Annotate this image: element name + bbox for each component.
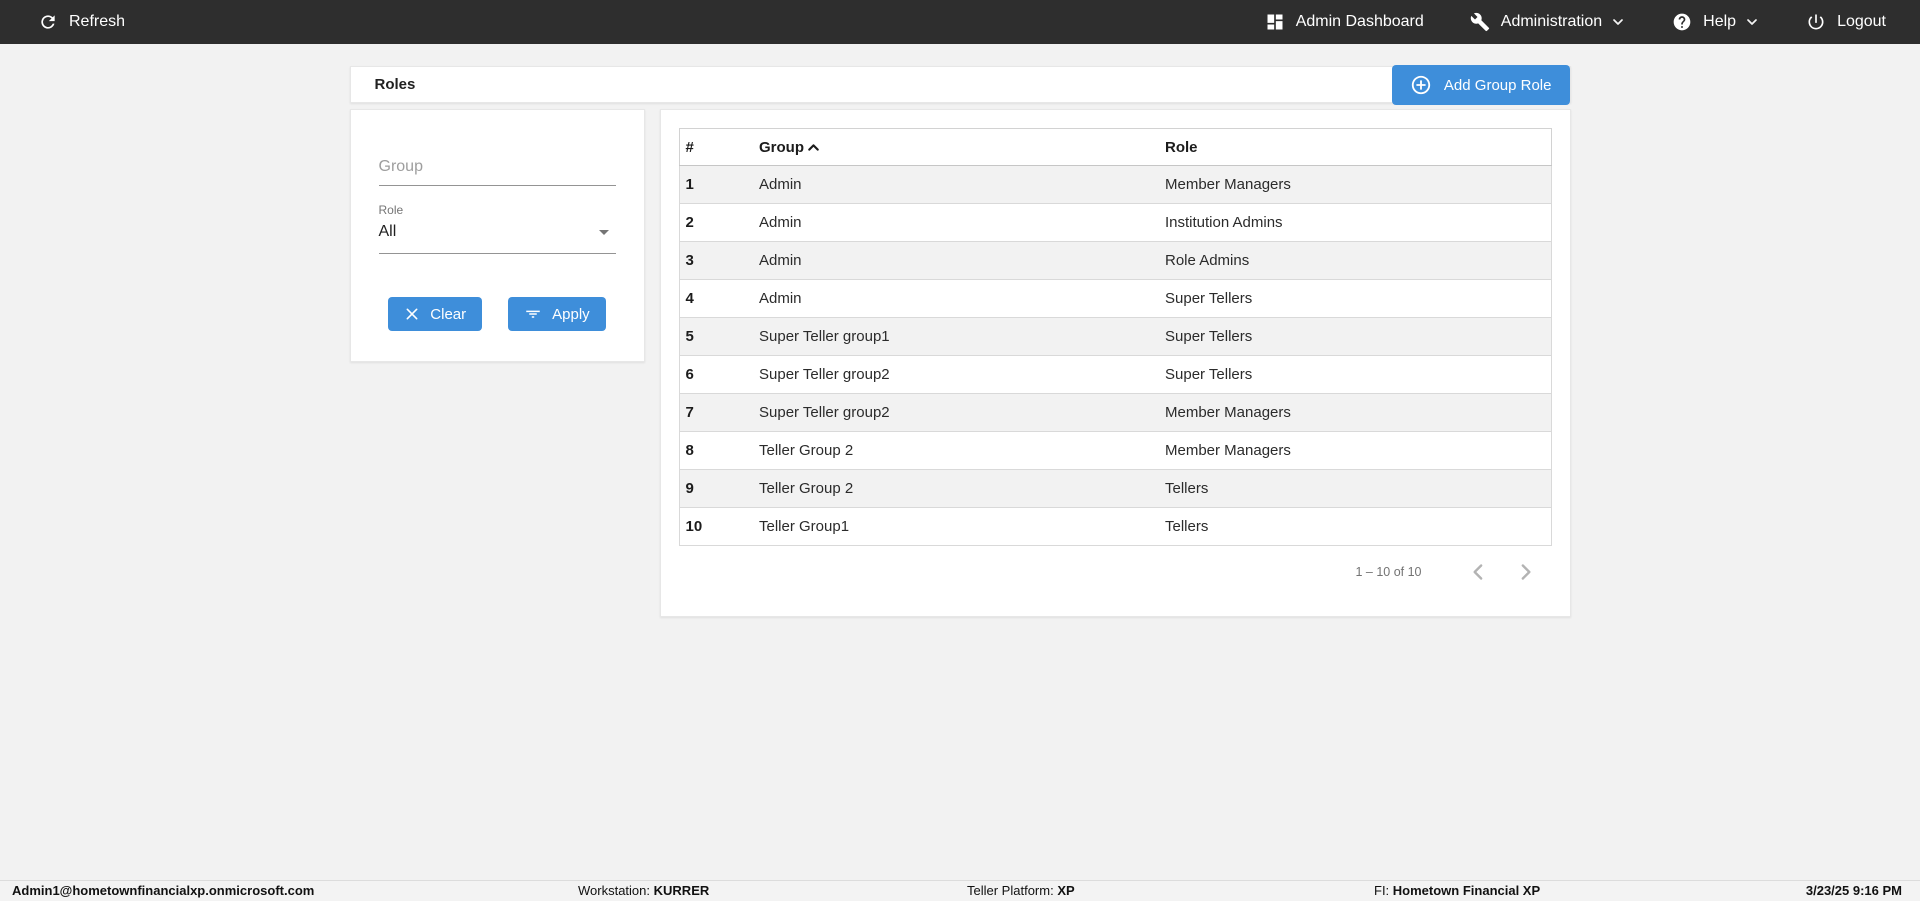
chevron-down-icon bbox=[1610, 14, 1626, 30]
pagination-range: 1 – 10 of 10 bbox=[1355, 565, 1422, 579]
table-row[interactable]: 8 Teller Group 2 Member Managers bbox=[678, 431, 1552, 470]
table-row[interactable]: 6 Super Teller group2 Super Tellers bbox=[678, 355, 1552, 394]
group-filter-input[interactable] bbox=[378, 152, 616, 186]
admin-dashboard-button[interactable]: Admin Dashboard bbox=[1265, 12, 1424, 32]
caret-down-icon bbox=[592, 220, 616, 244]
row-role-cell: Institution Admins bbox=[1159, 203, 1552, 242]
row-role-cell: Tellers bbox=[1159, 469, 1552, 508]
row-role-cell: Member Managers bbox=[1159, 165, 1552, 204]
power-icon bbox=[1806, 12, 1826, 32]
row-role-cell: Super Tellers bbox=[1159, 317, 1552, 356]
row-number-cell: 8 bbox=[678, 431, 753, 470]
x-icon bbox=[404, 306, 420, 322]
table-row[interactable]: 9 Teller Group 2 Tellers bbox=[678, 469, 1552, 508]
table-row[interactable]: 5 Super Teller group1 Super Tellers bbox=[678, 317, 1552, 356]
help-label: Help bbox=[1703, 13, 1737, 30]
dashboard-icon bbox=[1265, 12, 1285, 32]
table-row[interactable]: 7 Super Teller group2 Member Managers bbox=[678, 393, 1552, 432]
row-number-cell: 10 bbox=[678, 507, 753, 546]
row-group-cell: Super Teller group2 bbox=[753, 355, 1159, 394]
row-role-cell: Tellers bbox=[1159, 507, 1552, 546]
clear-label: Clear bbox=[430, 305, 467, 323]
datetime-status: 3/23/25 9:16 PM bbox=[1805, 883, 1902, 898]
admin-dashboard-label: Admin Dashboard bbox=[1295, 13, 1424, 30]
help-menu[interactable]: Help bbox=[1672, 12, 1760, 32]
chevron-left-icon[interactable] bbox=[1466, 559, 1492, 585]
status-bar: Admin1@hometownfinancialxp.onmicrosoft.c… bbox=[0, 880, 1920, 901]
row-group-cell: Super Teller group1 bbox=[753, 317, 1159, 356]
row-group-cell: Teller Group 2 bbox=[753, 469, 1159, 508]
add-group-role-button[interactable]: Add Group Role bbox=[1391, 65, 1570, 105]
logout-label: Logout bbox=[1837, 13, 1886, 30]
row-group-cell: Teller Group 2 bbox=[753, 431, 1159, 470]
financial-institution-status: FI: Hometown Financial XP bbox=[1374, 883, 1541, 898]
column-header-role[interactable]: Role bbox=[1159, 128, 1552, 166]
help-circle-icon bbox=[1672, 12, 1692, 32]
clear-button[interactable]: Clear bbox=[388, 297, 483, 331]
roles-table-card: # Group Role 1 Admin Member Managers 2 A… bbox=[659, 109, 1571, 617]
row-number-cell: 4 bbox=[678, 279, 753, 318]
row-group-cell: Super Teller group2 bbox=[753, 393, 1159, 432]
logged-in-user: Admin1@hometownfinancialxp.onmicrosoft.c… bbox=[12, 883, 315, 898]
chevron-up-icon bbox=[805, 139, 822, 156]
chevron-down-icon bbox=[1744, 14, 1760, 30]
roles-table: # Group Role 1 Admin Member Managers 2 A… bbox=[678, 128, 1552, 546]
add-group-role-label: Add Group Role bbox=[1443, 76, 1552, 94]
role-filter-select[interactable]: All bbox=[378, 217, 616, 254]
plus-circle-icon bbox=[1410, 74, 1432, 96]
apply-label: Apply bbox=[552, 305, 590, 323]
apply-button[interactable]: Apply bbox=[508, 297, 606, 331]
refresh-label: Refresh bbox=[69, 13, 126, 30]
row-group-cell: Admin bbox=[753, 203, 1159, 242]
administration-menu[interactable]: Administration bbox=[1470, 12, 1626, 32]
row-number-cell: 2 bbox=[678, 203, 753, 242]
row-role-cell: Super Tellers bbox=[1159, 355, 1552, 394]
row-role-cell: Super Tellers bbox=[1159, 279, 1552, 318]
chevron-right-icon[interactable] bbox=[1512, 559, 1538, 585]
row-group-cell: Admin bbox=[753, 165, 1159, 204]
filter-icon bbox=[524, 305, 542, 323]
row-role-cell: Member Managers bbox=[1159, 431, 1552, 470]
row-number-cell: 9 bbox=[678, 469, 753, 508]
teller-platform-status: Teller Platform: XP bbox=[967, 883, 1075, 898]
table-row[interactable]: 4 Admin Super Tellers bbox=[678, 279, 1552, 318]
row-number-cell: 1 bbox=[678, 165, 753, 204]
logout-button[interactable]: Logout bbox=[1806, 12, 1886, 32]
row-group-cell: Admin bbox=[753, 241, 1159, 280]
row-number-cell: 5 bbox=[678, 317, 753, 356]
table-header-row: # Group Role bbox=[678, 128, 1552, 166]
column-header-number[interactable]: # bbox=[678, 128, 753, 166]
row-number-cell: 3 bbox=[678, 241, 753, 280]
row-number-cell: 7 bbox=[678, 393, 753, 432]
topbar: Refresh Admin Dashboard Administration H… bbox=[0, 0, 1920, 44]
page-header: Roles Add Group Role bbox=[349, 65, 1571, 105]
workstation-status: Workstation: KURRER bbox=[578, 883, 710, 898]
row-role-cell: Role Admins bbox=[1159, 241, 1552, 280]
content: Roles Add Group Role Role All bbox=[349, 65, 1571, 617]
refresh-button[interactable]: Refresh bbox=[38, 12, 125, 32]
pagination: 1 – 10 of 10 bbox=[679, 546, 1552, 598]
role-filter-label: Role bbox=[378, 203, 404, 217]
column-header-group[interactable]: Group bbox=[753, 128, 1159, 166]
row-number-cell: 6 bbox=[678, 355, 753, 394]
table-row[interactable]: 10 Teller Group1 Tellers bbox=[678, 507, 1552, 546]
table-row[interactable]: 2 Admin Institution Admins bbox=[678, 203, 1552, 242]
page-title: Roles bbox=[374, 76, 416, 93]
administration-label: Administration bbox=[1500, 13, 1603, 30]
row-group-cell: Admin bbox=[753, 279, 1159, 318]
table-row[interactable]: 3 Admin Role Admins bbox=[678, 241, 1552, 280]
filter-panel: Role All Clear Apply bbox=[349, 109, 645, 362]
row-role-cell: Member Managers bbox=[1159, 393, 1552, 432]
wrench-icon bbox=[1470, 12, 1490, 32]
row-group-cell: Teller Group1 bbox=[753, 507, 1159, 546]
role-filter-value: All bbox=[378, 223, 397, 240]
table-row[interactable]: 1 Admin Member Managers bbox=[678, 165, 1552, 204]
refresh-icon bbox=[38, 12, 58, 32]
